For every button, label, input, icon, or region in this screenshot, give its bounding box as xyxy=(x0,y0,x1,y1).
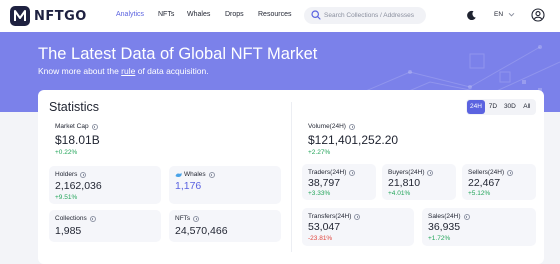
transfers-change: -23.81% xyxy=(308,235,333,242)
nav-resources[interactable]: Resources xyxy=(258,11,291,18)
sales-value: 36,935 xyxy=(428,221,461,233)
sales-label: Sales(24H) xyxy=(428,213,470,220)
whales-card[interactable]: Whales 1,176 xyxy=(169,166,281,204)
sellers-change: +5.12% xyxy=(468,190,491,197)
info-icon[interactable] xyxy=(193,215,200,222)
whales-label: Whales xyxy=(175,171,215,178)
info-icon[interactable] xyxy=(507,169,514,176)
moon-icon[interactable] xyxy=(466,10,477,21)
traders-change: +3.33% xyxy=(308,190,331,197)
transfers-card: Transfers(24H) 53,047 -23.81% xyxy=(302,208,414,246)
whales-label-text: Whales xyxy=(184,171,206,178)
nav-analytics[interactable]: Analytics xyxy=(116,11,144,18)
volume-label-text: Volume(24H) xyxy=(308,123,346,130)
market-cap-change: +0.22% xyxy=(55,149,78,156)
holders-change: +9.51% xyxy=(55,194,78,201)
traders-value: 38,797 xyxy=(308,177,341,189)
brand-name: NFTGO xyxy=(34,8,87,24)
top-nav: NFTGO Analytics NFTs Whales Drops Resour… xyxy=(0,0,560,32)
nfts-label-text: NFTs xyxy=(175,215,191,222)
info-icon[interactable] xyxy=(463,213,470,220)
divider xyxy=(291,102,292,252)
info-icon[interactable] xyxy=(89,215,96,222)
market-cap-stat: Market Cap $18.01B +0.22% xyxy=(49,121,279,161)
time-range-selector: 24H 7D 30D All xyxy=(466,99,536,115)
buyers-value: 21,810 xyxy=(388,177,421,189)
traders-card: Traders(24H) 38,797 +3.33% xyxy=(302,164,376,200)
market-cap-value: $18.01B xyxy=(55,133,100,147)
transfers-label: Transfers(24H) xyxy=(308,213,361,220)
traders-label-text: Traders(24H) xyxy=(308,169,347,176)
statistics-panel: Statistics 24H 7D 30D All Market Cap $18… xyxy=(38,90,544,264)
info-icon[interactable] xyxy=(427,169,434,176)
info-icon[interactable] xyxy=(80,171,87,178)
rule-link[interactable]: rule xyxy=(121,66,135,76)
whales-value[interactable]: 1,176 xyxy=(175,180,201,192)
collections-label-text: Collections xyxy=(55,215,87,222)
collections-value: 1,985 xyxy=(55,225,82,237)
info-icon[interactable] xyxy=(354,213,361,220)
range-24h[interactable]: 24H xyxy=(467,100,485,114)
holders-label-text: Holders xyxy=(55,171,78,178)
sales-change: +1.72% xyxy=(428,235,451,242)
logo[interactable]: NFTGO xyxy=(10,6,87,26)
nav-nfts[interactable]: NFTs xyxy=(158,11,174,18)
volume-label: Volume(24H) xyxy=(308,123,355,130)
search-icon xyxy=(311,10,321,20)
range-7d[interactable]: 7D xyxy=(485,100,501,114)
nfts-value: 24,570,466 xyxy=(175,225,228,237)
market-cap-label: Market Cap xyxy=(55,123,98,130)
holders-value: 2,162,036 xyxy=(55,180,102,192)
buyers-label: Buyers(24H) xyxy=(388,169,434,176)
info-icon[interactable] xyxy=(348,123,355,130)
sales-card: Sales(24H) 36,935 +1.72% xyxy=(422,208,536,246)
user-icon[interactable] xyxy=(531,8,545,22)
volume-change: +2.27% xyxy=(308,149,331,156)
transfers-value: 53,047 xyxy=(308,221,341,233)
volume-stat: Volume(24H) $121,401,252.20 +2.27% xyxy=(302,121,532,161)
info-icon[interactable] xyxy=(349,169,356,176)
holders-card: Holders 2,162,036 +9.51% xyxy=(49,166,161,204)
sellers-card: Sellers(24H) 22,467 +5.12% xyxy=(462,164,536,200)
traders-label: Traders(24H) xyxy=(308,169,356,176)
banner-subtitle-text-end: of data acquisition. xyxy=(135,66,209,76)
collections-card: Collections 1,985 xyxy=(49,210,161,242)
sellers-label: Sellers(24H) xyxy=(468,169,514,176)
banner-title: The Latest Data of Global NFT Market xyxy=(38,45,318,63)
buyers-change: +4.01% xyxy=(388,190,411,197)
banner-subtitle: Know more about the rule of data acquisi… xyxy=(38,66,209,76)
sellers-value: 22,467 xyxy=(468,177,501,189)
nfts-label: NFTs xyxy=(175,215,200,222)
sellers-label-text: Sellers(24H) xyxy=(468,169,505,176)
nav-whales[interactable]: Whales xyxy=(187,11,210,18)
language-selector[interactable]: EN xyxy=(494,11,503,18)
banner-subtitle-text: Know more about the xyxy=(38,66,122,76)
statistics-title: Statistics xyxy=(49,100,100,114)
nfts-card: NFTs 24,570,466 xyxy=(169,210,281,242)
range-30d[interactable]: 30D xyxy=(501,100,519,114)
info-icon[interactable] xyxy=(208,171,215,178)
whale-icon xyxy=(175,172,182,177)
info-icon[interactable] xyxy=(91,123,98,130)
holders-label: Holders xyxy=(55,171,87,178)
buyers-card: Buyers(24H) 21,810 +4.01% xyxy=(382,164,456,200)
chevron-down-icon[interactable] xyxy=(508,11,515,18)
search-input[interactable] xyxy=(324,9,422,22)
range-all[interactable]: All xyxy=(519,100,535,114)
sales-label-text: Sales(24H) xyxy=(428,213,461,220)
nav-drops[interactable]: Drops xyxy=(225,11,244,18)
buyers-label-text: Buyers(24H) xyxy=(388,169,425,176)
volume-value: $121,401,252.20 xyxy=(308,133,399,147)
collections-label: Collections xyxy=(55,215,96,222)
market-cap-label-text: Market Cap xyxy=(55,123,89,130)
search-bar[interactable] xyxy=(304,7,426,24)
transfers-label-text: Transfers(24H) xyxy=(308,213,352,220)
nftgo-logo-icon xyxy=(10,6,30,26)
